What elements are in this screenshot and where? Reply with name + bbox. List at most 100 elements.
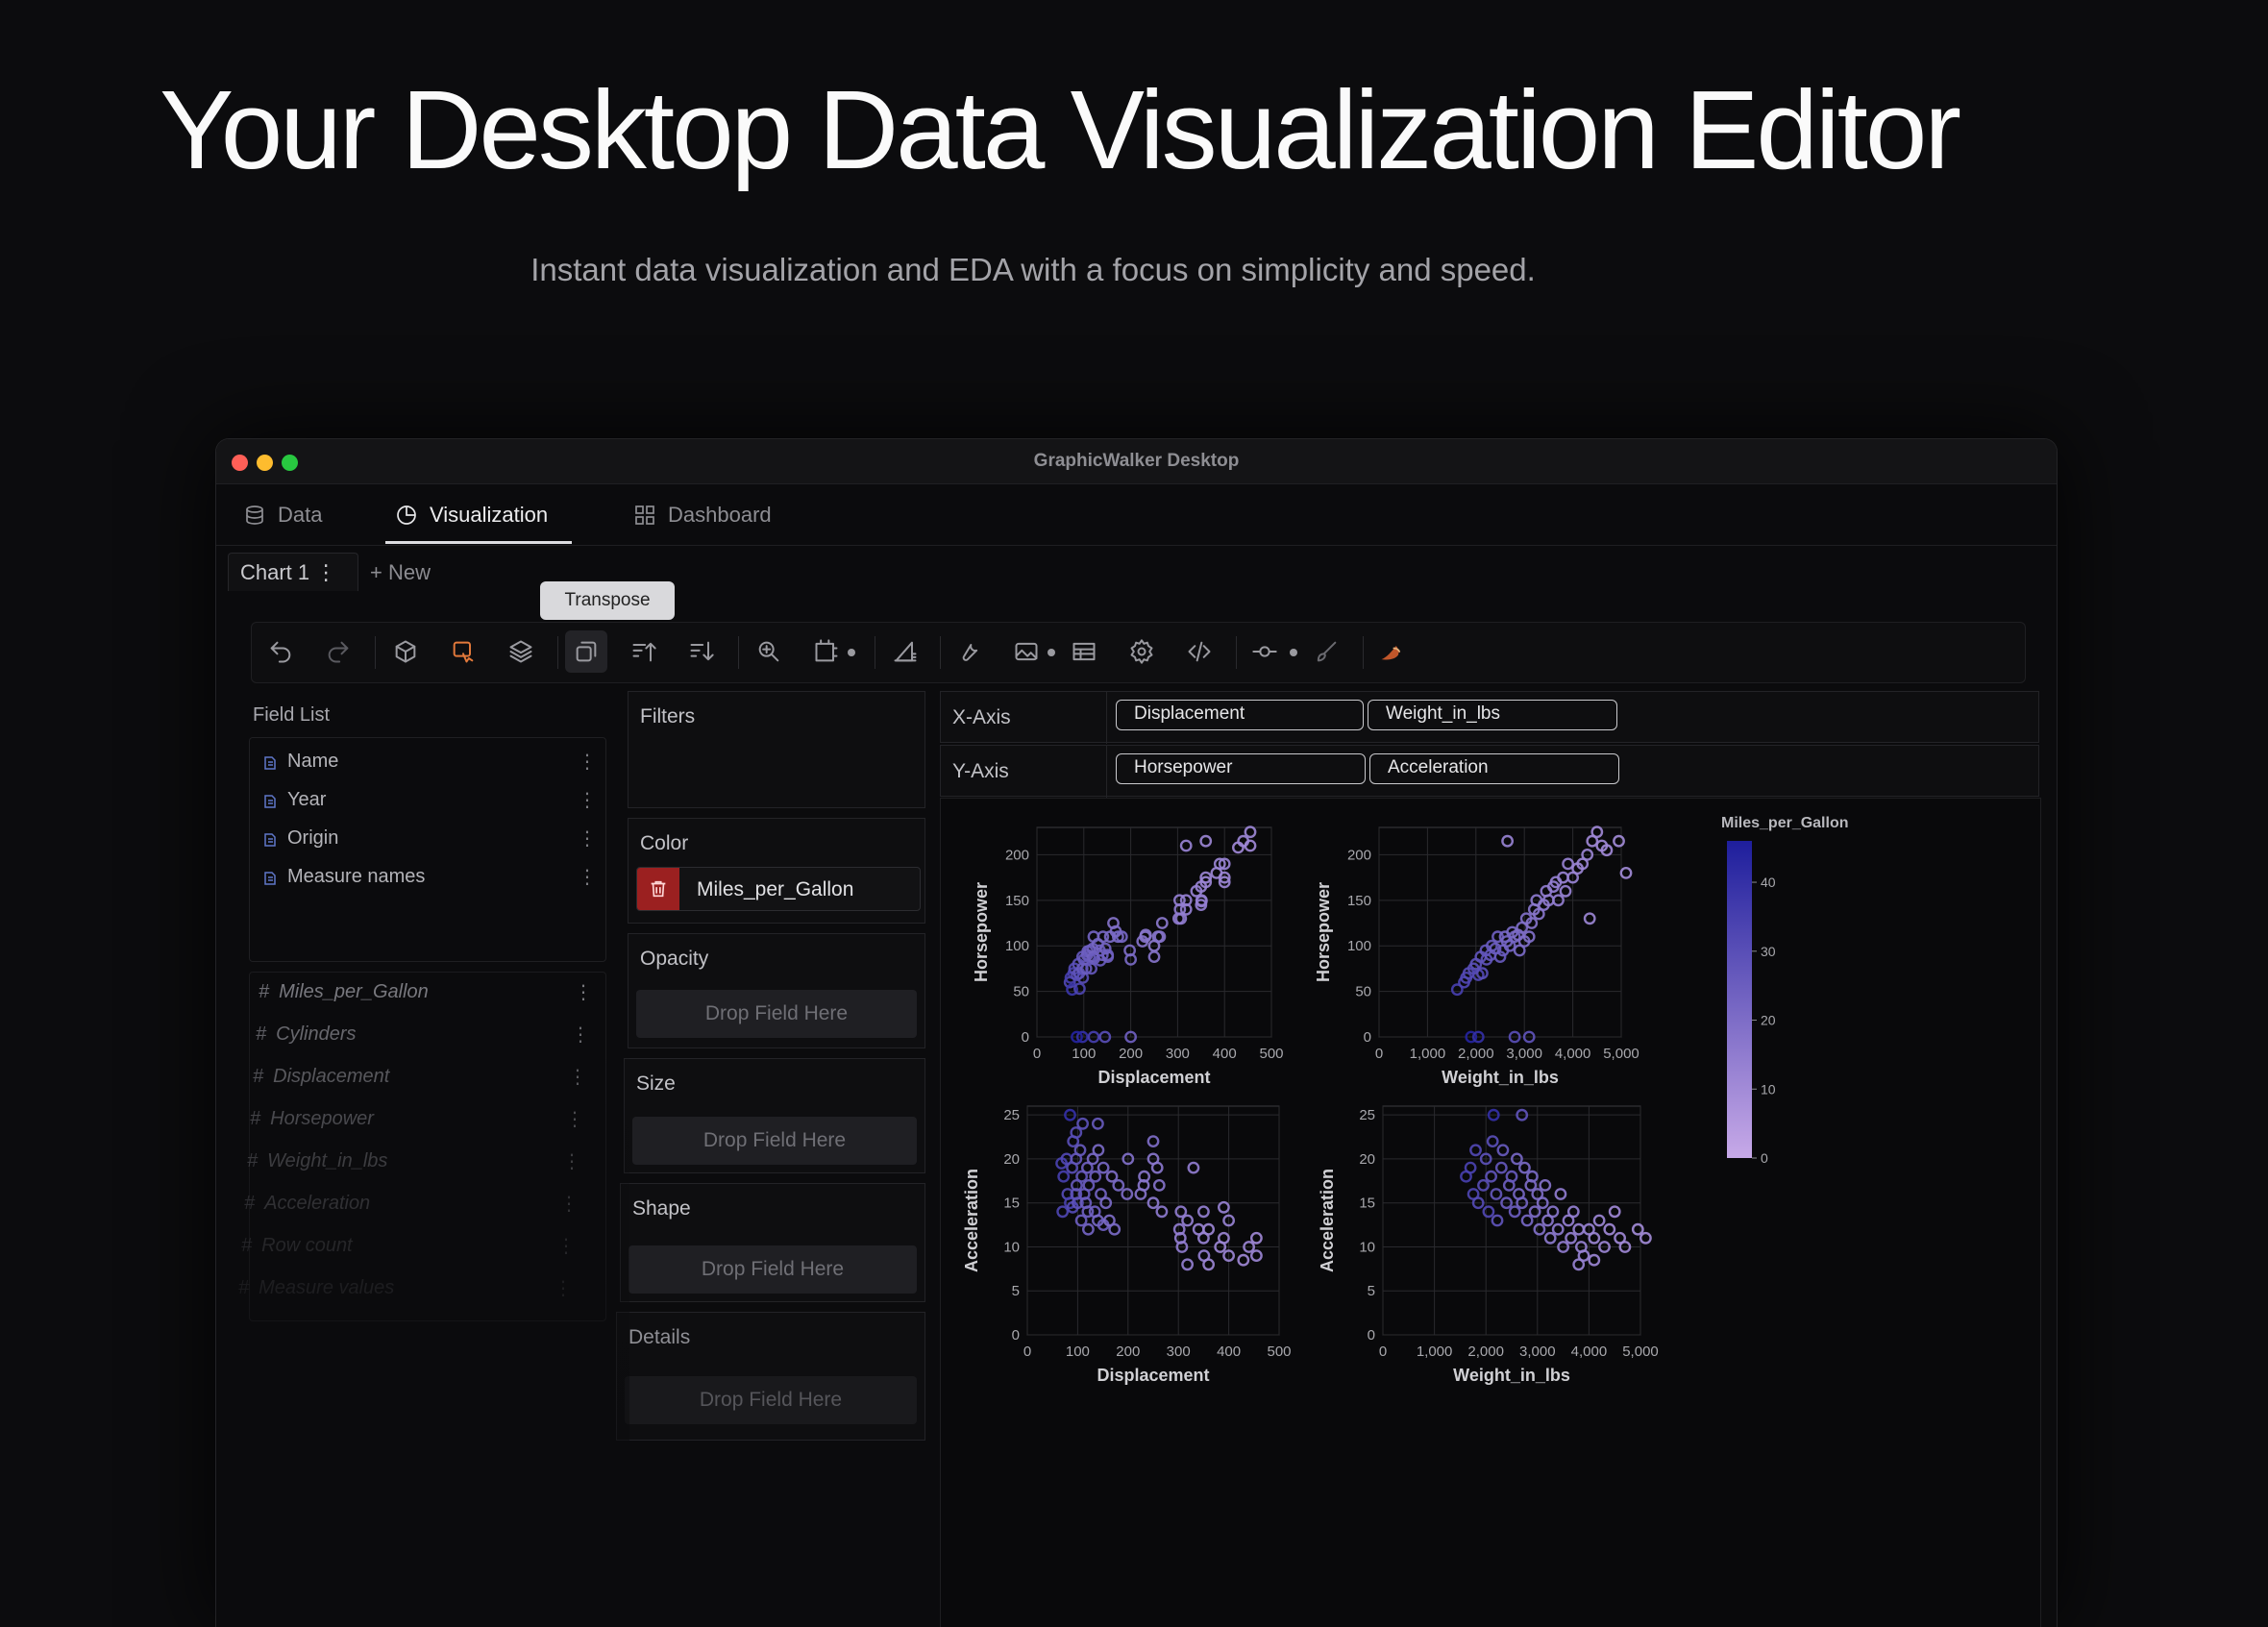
data-table-button[interactable] bbox=[1071, 638, 1097, 665]
data-point[interactable] bbox=[1089, 1170, 1102, 1183]
data-point[interactable] bbox=[1520, 1214, 1534, 1227]
stack-button[interactable] bbox=[507, 638, 534, 665]
data-point[interactable] bbox=[1491, 1214, 1504, 1227]
data-point[interactable] bbox=[1249, 1231, 1263, 1245]
data-point[interactable] bbox=[1081, 1222, 1095, 1236]
data-point[interactable] bbox=[1562, 857, 1574, 871]
export-code-button[interactable] bbox=[1186, 638, 1213, 665]
data-point[interactable] bbox=[1588, 1253, 1601, 1267]
data-point[interactable] bbox=[1464, 1161, 1477, 1174]
scatter-panel-disp-acc[interactable]: 0 100 200 300 400 500 0 5 10 15 20 25 Displacement Ac… bbox=[962, 1105, 1292, 1385]
data-point[interactable] bbox=[1179, 839, 1193, 852]
field-menu-icon[interactable]: ⋮ bbox=[574, 980, 593, 1004]
data-point[interactable] bbox=[1202, 1258, 1215, 1271]
data-point[interactable] bbox=[1539, 1178, 1552, 1192]
brush-select-button[interactable] bbox=[450, 638, 477, 665]
export-image-button[interactable] bbox=[1013, 638, 1040, 665]
layout-size-button[interactable] bbox=[813, 638, 840, 665]
details-drop-zone[interactable]: Drop Field Here bbox=[625, 1376, 917, 1424]
data-point[interactable] bbox=[1485, 1170, 1497, 1183]
size-shelf[interactable]: Size Drop Field Here bbox=[624, 1058, 925, 1173]
field-menu-icon[interactable]: ⋮ bbox=[568, 1065, 587, 1089]
remove-color-field-button[interactable] bbox=[637, 868, 679, 910]
data-point[interactable] bbox=[1608, 1205, 1621, 1219]
data-point[interactable] bbox=[1559, 884, 1572, 898]
data-point[interactable] bbox=[1237, 1253, 1250, 1267]
data-point[interactable] bbox=[1533, 1222, 1546, 1236]
opacity-drop-zone[interactable]: Drop Field Here bbox=[636, 990, 917, 1038]
data-point[interactable] bbox=[1546, 1205, 1560, 1219]
data-point[interactable] bbox=[1554, 1188, 1567, 1200]
data-point[interactable] bbox=[1217, 1231, 1230, 1245]
timeline-options[interactable] bbox=[1288, 646, 1299, 657]
size-drop-zone[interactable]: Drop Field Here bbox=[632, 1117, 917, 1165]
field-menu-icon[interactable]: ⋮ bbox=[554, 1276, 573, 1300]
data-point[interactable] bbox=[1091, 1117, 1104, 1130]
field-dimension[interactable]: Origin ⋮ bbox=[262, 827, 597, 850]
scatter-panel-disp-hp[interactable]: 0 100 200 300 400 500 0 50 100 150 200 Displacement… bbox=[972, 826, 1284, 1088]
data-point[interactable] bbox=[1603, 1222, 1616, 1236]
data-point[interactable] bbox=[1155, 1205, 1169, 1219]
config-button[interactable] bbox=[955, 638, 982, 665]
field-measure[interactable]: # Weight_in_lbs ⋮ bbox=[247, 1150, 581, 1172]
data-point[interactable] bbox=[1108, 1222, 1122, 1236]
field-menu-icon[interactable]: ⋮ bbox=[578, 826, 597, 850]
data-point[interactable] bbox=[1469, 1144, 1482, 1157]
data-point[interactable] bbox=[1217, 1200, 1230, 1214]
data-point[interactable] bbox=[1486, 1135, 1499, 1147]
data-point[interactable] bbox=[1073, 1144, 1087, 1157]
data-point[interactable] bbox=[1076, 1117, 1090, 1130]
data-point[interactable] bbox=[1528, 1205, 1541, 1219]
scatter-panel-wt-hp[interactable]: 0 1,000 2,000 3,000 4,000 5,000 0 50 100 150 200 We… bbox=[1314, 826, 1639, 1088]
data-point[interactable] bbox=[1543, 1231, 1557, 1245]
data-point[interactable] bbox=[1097, 1161, 1110, 1174]
field-measure[interactable]: # Acceleration ⋮ bbox=[244, 1193, 579, 1215]
data-point[interactable] bbox=[1057, 1170, 1071, 1183]
color-shelf[interactable]: Color Miles_per_Gallon bbox=[628, 818, 925, 924]
color-field-pill[interactable]: Miles_per_Gallon bbox=[636, 867, 921, 911]
y-axis-shelf[interactable]: Y-Axis Horsepower Acceleration bbox=[940, 745, 2039, 798]
paint-button[interactable] bbox=[1313, 638, 1340, 665]
export-image-options[interactable] bbox=[1046, 646, 1057, 657]
data-point[interactable] bbox=[1572, 1222, 1586, 1236]
data-point[interactable] bbox=[1152, 1178, 1166, 1192]
scatter-panel-wt-acc[interactable]: 0 1,000 2,000 3,000 4,000 5,000 0 5 10 15 20 25 Weig… bbox=[1318, 1105, 1659, 1385]
data-point[interactable] bbox=[1092, 1144, 1105, 1157]
y-field-pill-horsepower[interactable]: Horsepower bbox=[1116, 753, 1366, 784]
y-field-pill-acceleration[interactable]: Acceleration bbox=[1369, 753, 1619, 784]
data-point[interactable] bbox=[1590, 826, 1604, 839]
data-point[interactable] bbox=[1181, 1214, 1195, 1227]
data-point[interactable] bbox=[1566, 1205, 1580, 1219]
data-point[interactable] bbox=[1494, 1161, 1508, 1174]
data-point[interactable] bbox=[1508, 1205, 1521, 1219]
x-field-pill-weight[interactable]: Weight_in_lbs bbox=[1368, 700, 1617, 730]
field-measure[interactable]: # Horsepower ⋮ bbox=[250, 1108, 584, 1130]
sort-descending-button[interactable] bbox=[688, 638, 715, 665]
data-point[interactable] bbox=[1155, 917, 1169, 929]
data-point[interactable] bbox=[1551, 1222, 1565, 1236]
data-point[interactable] bbox=[1490, 1188, 1503, 1200]
kanaries-button[interactable] bbox=[1378, 638, 1405, 665]
details-shelf[interactable]: Details Drop Field Here bbox=[616, 1312, 925, 1441]
data-point[interactable] bbox=[1181, 1258, 1195, 1271]
layout-size-options[interactable] bbox=[846, 646, 857, 657]
data-point[interactable] bbox=[1565, 1231, 1577, 1245]
undo-button[interactable] bbox=[267, 638, 294, 665]
data-point[interactable] bbox=[1583, 912, 1596, 925]
tab-data[interactable]: Data bbox=[243, 499, 322, 531]
x-field-pill-displacement[interactable]: Displacement bbox=[1116, 700, 1364, 730]
new-chart-button[interactable]: + New bbox=[370, 560, 431, 585]
scatter-matrix-chart[interactable]: 0 100 200 300 400 500050100150200Displacement… bbox=[941, 799, 2040, 1627]
data-point[interactable] bbox=[1056, 1205, 1070, 1219]
settings-button[interactable] bbox=[1128, 638, 1155, 665]
shape-drop-zone[interactable]: Drop Field Here bbox=[629, 1245, 917, 1294]
data-point[interactable] bbox=[1202, 1222, 1215, 1236]
field-menu-icon[interactable]: ⋮ bbox=[578, 750, 597, 774]
data-point[interactable] bbox=[1244, 826, 1257, 839]
field-measure[interactable]: # Measure values ⋮ bbox=[238, 1277, 573, 1299]
data-point[interactable] bbox=[1477, 1178, 1490, 1192]
field-menu-icon[interactable]: ⋮ bbox=[578, 865, 597, 889]
transpose-button[interactable] bbox=[565, 630, 607, 673]
field-menu-icon[interactable]: ⋮ bbox=[571, 1023, 590, 1047]
data-point[interactable] bbox=[1631, 1222, 1644, 1236]
